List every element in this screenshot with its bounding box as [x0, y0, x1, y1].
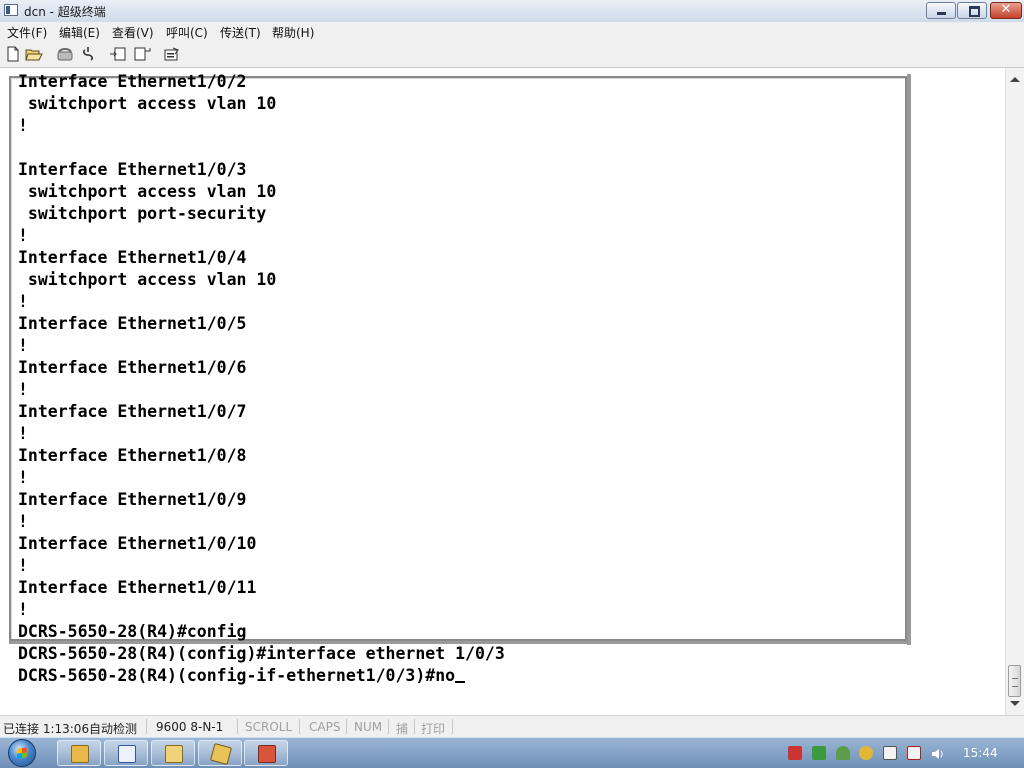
terminal-line: !: [18, 116, 28, 135]
status-divider: [346, 719, 347, 734]
menu-transfer[interactable]: 传送(T): [220, 24, 261, 41]
terminal-line: switchport access vlan 10: [18, 270, 277, 289]
terminal-line: !: [18, 226, 28, 245]
app-tray-icon[interactable]: [859, 746, 873, 760]
taskbar-word[interactable]: [104, 740, 148, 766]
terminal-line: !: [18, 336, 28, 355]
menu-file[interactable]: 文件(F): [7, 24, 47, 41]
receive-icon[interactable]: [133, 46, 151, 64]
grip-icon: [1012, 678, 1018, 687]
vertical-scrollbar[interactable]: [1005, 68, 1024, 715]
folder-icon: [165, 745, 183, 763]
presentation-icon: [258, 745, 276, 763]
terminal-line: switchport access vlan 10: [18, 94, 277, 113]
taskbar-explorer[interactable]: [57, 740, 101, 766]
taskbar-folder[interactable]: [151, 740, 195, 766]
explorer-icon: [71, 745, 89, 763]
terminal-line: Interface Ethernet1/0/7: [18, 402, 247, 421]
disconnect-icon[interactable]: [79, 46, 97, 64]
terminal-line: Interface Ethernet1/0/8: [18, 446, 247, 465]
send-icon[interactable]: [109, 46, 127, 64]
terminal-line: Interface Ethernet1/0/3: [18, 160, 247, 179]
new-connection-icon[interactable]: [4, 46, 22, 64]
print-indicator: 打印: [421, 722, 446, 736]
terminal-line: Interface Ethernet1/0/11: [18, 578, 257, 597]
terminal-current-command: DCRS-5650-28(R4)(config-if-ethernet1/0/3…: [18, 666, 456, 685]
close-icon: ✕: [1000, 2, 1012, 17]
open-icon[interactable]: [25, 46, 43, 64]
scrollbar-thumb[interactable]: [1008, 665, 1021, 697]
status-divider: [452, 719, 453, 734]
title-bar: dcn - 超级终端 ✕: [0, 0, 1024, 23]
terminal-line: switchport access vlan 10: [18, 182, 277, 201]
terminal-line: Interface Ethernet1/0/2: [18, 72, 247, 91]
terminal-prompt-line[interactable]: DCRS-5650-28(R4)(config-if-ethernet1/0/3…: [18, 665, 466, 687]
port-settings: 9600 8-N-1: [156, 720, 224, 734]
menu-view[interactable]: 查看(V): [112, 24, 154, 41]
window-title: dcn - 超级终端: [24, 5, 106, 19]
word-icon: [118, 745, 136, 763]
terminal-frame-shadow: [907, 74, 911, 645]
device-tray-icon[interactable]: [883, 746, 897, 760]
capture-indicator: 捕: [396, 722, 409, 736]
network-tray-icon[interactable]: [788, 746, 802, 760]
close-button[interactable]: ✕: [990, 2, 1022, 19]
terminal-line: !: [18, 512, 28, 531]
terminal-line: Interface Ethernet1/0/4: [18, 248, 247, 267]
text-cursor: [455, 681, 466, 683]
status-divider: [388, 719, 389, 734]
clock[interactable]: 15:44: [963, 746, 998, 760]
terminal-line: !: [18, 600, 28, 619]
scroll-down-icon[interactable]: [1010, 701, 1020, 706]
terminal-line: DCRS-5650-28(R4)(config)#interface ether…: [18, 644, 505, 663]
detect-mode: 自动检测: [89, 722, 138, 736]
terminal-line: !: [18, 556, 28, 575]
status-divider: [299, 719, 300, 734]
shield-tray-icon[interactable]: [836, 746, 850, 760]
status-divider: [237, 719, 238, 734]
taskbar-packages[interactable]: [198, 740, 242, 766]
terminal-line: Interface Ethernet1/0/5: [18, 314, 247, 333]
security-tray-icon[interactable]: [812, 746, 826, 760]
package-icon: [209, 742, 233, 766]
terminal-line: Interface Ethernet1/0/10: [18, 534, 257, 553]
terminal-line: !: [18, 468, 28, 487]
menu-bar: 文件(F) 编辑(E) 查看(V) 呼叫(C) 传送(T) 帮助(H): [0, 22, 1024, 42]
terminal-line: switchport port-security: [18, 204, 267, 223]
status-divider: [146, 719, 147, 734]
toolbar: [0, 42, 1024, 68]
terminal-line: !: [18, 380, 28, 399]
terminal-line: !: [18, 424, 28, 443]
hyperterminal-icon[interactable]: [4, 4, 18, 16]
connection-time: 已连接 1:13:06: [3, 722, 90, 736]
terminal-line: Interface Ethernet1/0/9: [18, 490, 247, 509]
taskbar-presentation[interactable]: [244, 740, 288, 766]
dial-icon[interactable]: [56, 46, 74, 64]
menu-edit[interactable]: 编辑(E): [59, 24, 100, 41]
terminal-line: Interface Ethernet1/0/6: [18, 358, 247, 377]
maximize-button[interactable]: [957, 2, 987, 19]
terminal-line: !: [18, 292, 28, 311]
status-divider: [414, 719, 415, 734]
minimize-button[interactable]: [926, 2, 956, 19]
menu-call[interactable]: 呼叫(C): [166, 24, 208, 41]
num-lock-indicator: NUM: [354, 720, 383, 734]
caps-lock-indicator: CAPS: [309, 720, 341, 734]
scroll-up-icon[interactable]: [1010, 77, 1020, 82]
start-button[interactable]: [8, 739, 36, 767]
properties-icon[interactable]: [163, 46, 181, 64]
taskbar: 15:44: [0, 737, 1024, 768]
status-bar: 已连接 1:13:06 自动检测 9600 8-N-1 SCROLL CAPS …: [0, 715, 1024, 737]
volume-icon[interactable]: [931, 746, 945, 760]
terminal-line: DCRS-5650-28(R4)#config: [18, 622, 247, 641]
scroll-lock-indicator: SCROLL: [245, 720, 293, 734]
monitor-tray-icon[interactable]: [907, 746, 921, 760]
menu-help[interactable]: 帮助(H): [272, 24, 314, 41]
